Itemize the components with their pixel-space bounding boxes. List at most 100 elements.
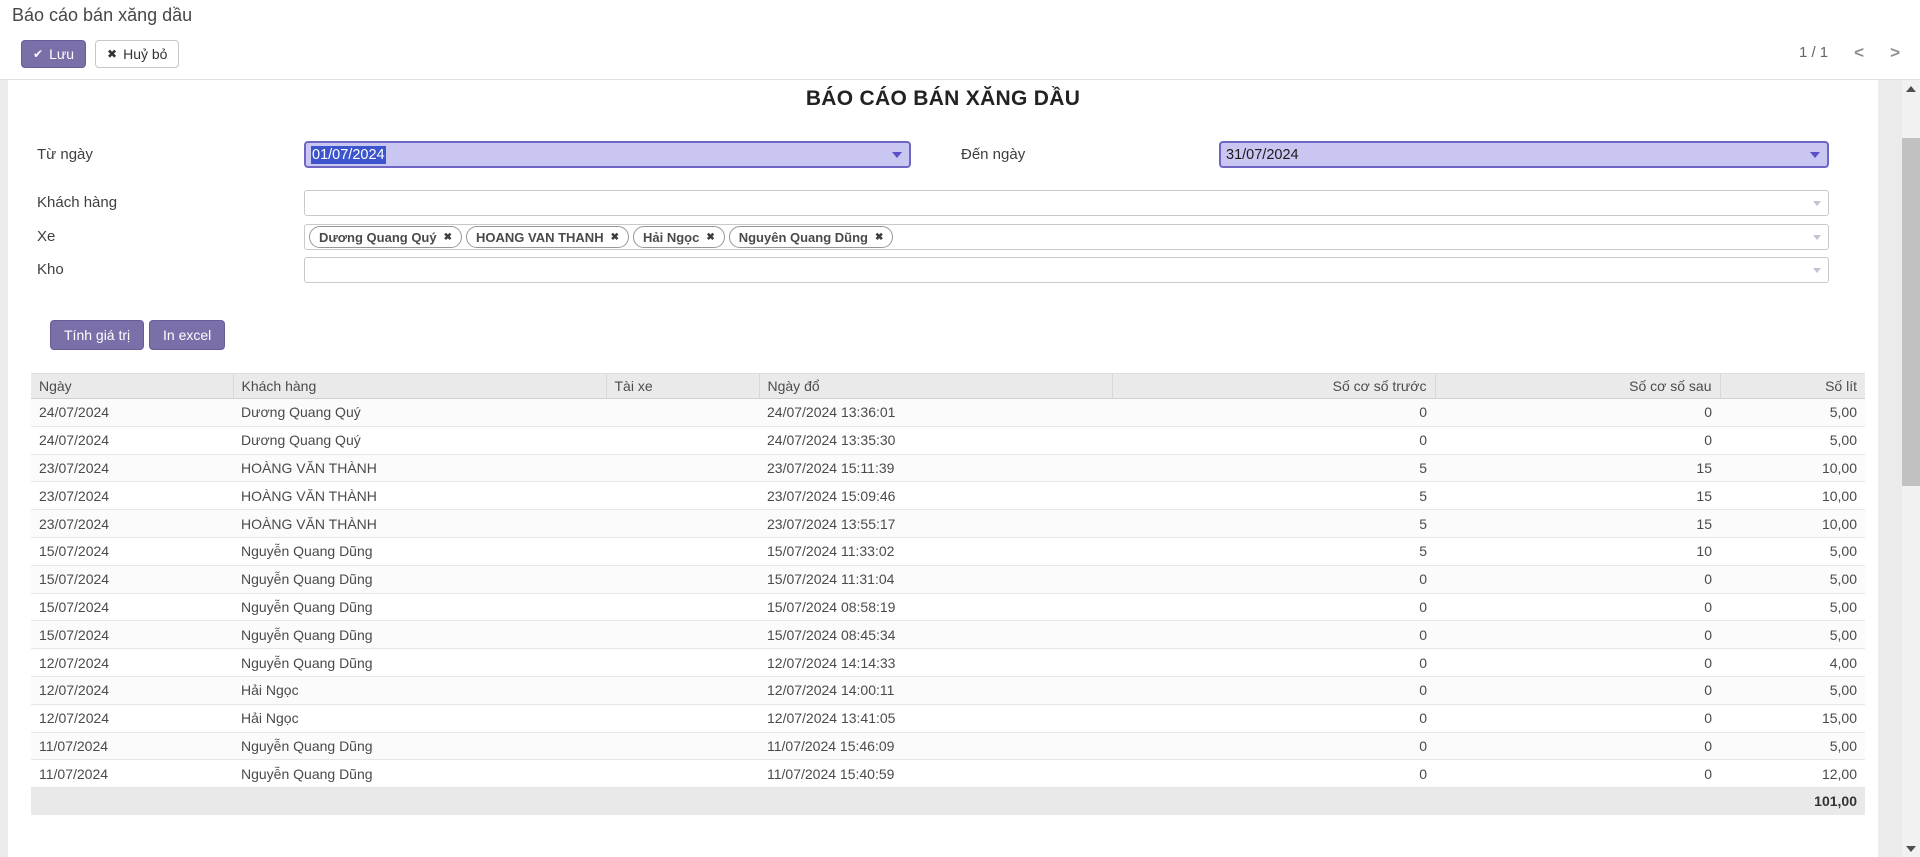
table-cell: 5 [1112,482,1435,510]
table-row[interactable]: 12/07/2024Hải Ngọc12/07/2024 14:00:11005… [31,676,1865,704]
table-cell: 5,00 [1720,593,1865,621]
dropdown-caret-icon[interactable] [1813,235,1821,240]
tag-remove-icon[interactable]: ✖ [875,232,883,243]
table-cell [606,676,759,704]
table-cell: 5 [1112,454,1435,482]
table-row[interactable]: 24/07/2024Dương Quang Quý24/07/2024 13:3… [31,399,1865,427]
from-date-input[interactable]: 01/07/2024 [304,141,911,168]
column-header[interactable]: Số lít [1720,374,1865,399]
tag-remove-icon[interactable]: ✖ [444,232,452,243]
table-row[interactable]: 12/07/2024Nguyễn Quang Dũng12/07/2024 14… [31,649,1865,677]
table-cell: 0 [1435,399,1720,427]
from-date-label: Từ ngày [37,141,93,168]
table-cell: Hải Ngọc [233,676,606,704]
column-header[interactable]: Tài xe [606,374,759,399]
table-cell: HOÀNG VĂN THÀNH [233,510,606,538]
scroll-up-button[interactable] [1902,80,1920,97]
table-cell [606,760,759,788]
table-cell: 23/07/2024 13:55:17 [759,510,1112,538]
table-cell: 15/07/2024 11:31:04 [759,565,1112,593]
vehicle-tags: Dương Quang Quý✖HOANG VAN THANH✖Hải Ngọc… [305,225,1828,249]
table-row[interactable]: 11/07/2024Nguyễn Quang Dũng11/07/2024 15… [31,760,1865,788]
table-cell: Nguyễn Quang Dũng [233,565,606,593]
column-header[interactable]: Ngày đổ [759,374,1112,399]
warehouse-label: Kho [37,257,64,283]
vehicle-tag-label: Hải Ngọc [643,230,699,245]
table-cell: Hải Ngọc [233,704,606,732]
table-cell: 15/07/2024 11:33:02 [759,537,1112,565]
vehicle-tag-label: Nguyên Quang Dũng [739,230,868,245]
tag-remove-icon[interactable]: ✖ [706,232,714,243]
table-cell: 23/07/2024 15:09:46 [759,482,1112,510]
table-row[interactable]: 23/07/2024HOÀNG VĂN THÀNH23/07/2024 15:0… [31,482,1865,510]
table-cell: 5,00 [1720,537,1865,565]
scrollbar-thumb[interactable] [1902,138,1920,486]
table-cell: Nguyễn Quang Dũng [233,760,606,788]
table-cell: 10,00 [1720,510,1865,538]
table-cell: 10,00 [1720,482,1865,510]
table-cell [606,510,759,538]
pager-prev-button[interactable]: < [1854,44,1864,61]
table-cell: Nguyễn Quang Dũng [233,593,606,621]
save-button[interactable]: ✔ Lưu [21,40,86,68]
cancel-button-label: Huỷ bỏ [123,46,167,62]
table-cell: 0 [1435,426,1720,454]
vehicle-tag: Dương Quang Quý ✖ [309,226,462,248]
scroll-down-button[interactable] [1902,840,1920,857]
column-header[interactable]: Ngày [31,374,233,399]
table-cell: 12/07/2024 14:00:11 [759,676,1112,704]
save-button-label: Lưu [49,46,74,62]
table-cell: 0 [1435,621,1720,649]
breadcrumb[interactable]: Báo cáo bán xăng dầu [12,5,192,26]
table-cell: 0 [1435,732,1720,760]
table-cell: 23/07/2024 [31,510,233,538]
table-cell: 0 [1112,399,1435,427]
table-row[interactable]: 12/07/2024Hải Ngọc12/07/2024 13:41:05001… [31,704,1865,732]
dropdown-caret-icon[interactable] [1813,201,1821,206]
table-cell: 10 [1435,537,1720,565]
customer-input[interactable] [304,190,1829,216]
table-row[interactable]: 11/07/2024Nguyễn Quang Dũng11/07/2024 15… [31,732,1865,760]
dropdown-caret-icon[interactable] [1813,268,1821,273]
vertical-scrollbar[interactable] [1902,80,1920,857]
compute-value-button[interactable]: Tính giá trị [50,320,144,350]
to-date-label: Đến ngày [961,141,1025,168]
table-cell: 15/07/2024 [31,565,233,593]
to-date-input[interactable]: 31/07/2024 [1219,141,1829,168]
vehicle-input[interactable]: Dương Quang Quý✖HOANG VAN THANH✖Hải Ngọc… [304,224,1829,250]
table-cell: 11/07/2024 15:40:59 [759,760,1112,788]
dropdown-caret-icon[interactable] [892,152,902,158]
table-cell: 0 [1435,676,1720,704]
table-row[interactable]: 15/07/2024Nguyễn Quang Dũng15/07/2024 11… [31,537,1865,565]
table-row[interactable]: 15/07/2024Nguyễn Quang Dũng15/07/2024 08… [31,621,1865,649]
warehouse-input[interactable] [304,257,1829,283]
pager-count: 1 / 1 [1799,44,1828,61]
table-row[interactable]: 23/07/2024HOÀNG VĂN THÀNH 23/07/2024 13:5… [31,510,1865,538]
table-cell: 0 [1112,676,1435,704]
table-row[interactable]: 23/07/2024HOÀNG VĂN THÀNH23/07/2024 15:1… [31,454,1865,482]
export-excel-button[interactable]: In excel [149,320,225,350]
table-cell [606,565,759,593]
table-cell [606,593,759,621]
table-row[interactable]: 15/07/2024Nguyễn Quang Dũng15/07/2024 08… [31,593,1865,621]
column-header[interactable]: Số cơ số sau [1435,374,1720,399]
table-cell: 15 [1435,482,1720,510]
customer-label: Khách hàng [37,190,117,216]
table-row[interactable]: 15/07/2024Nguyễn Quang Dũng 15/07/2024 11… [31,565,1865,593]
table-cell: 0 [1435,760,1720,788]
table-row[interactable]: 24/07/2024Dương Quang Quý24/07/2024 13:3… [31,426,1865,454]
column-header[interactable]: Khách hàng [233,374,606,399]
pager-next-button[interactable]: > [1890,44,1900,61]
cancel-button[interactable]: ✖ Huỷ bỏ [95,40,179,68]
tag-remove-icon[interactable]: ✖ [611,232,619,243]
vehicle-tag-label: Dương Quang Quý [319,230,437,245]
column-header[interactable]: Số cơ số trước [1112,374,1435,399]
page-title: BÁO CÁO BÁN XĂNG DẦU [8,87,1878,111]
table-cell: 23/07/2024 [31,482,233,510]
table-cell: 5 [1112,537,1435,565]
table-cell: 15/07/2024 [31,593,233,621]
table-cell: 5 [1112,510,1435,538]
table-cell: 15/07/2024 08:45:34 [759,621,1112,649]
table-cell: Dương Quang Quý [233,426,606,454]
dropdown-caret-icon[interactable] [1810,152,1820,158]
